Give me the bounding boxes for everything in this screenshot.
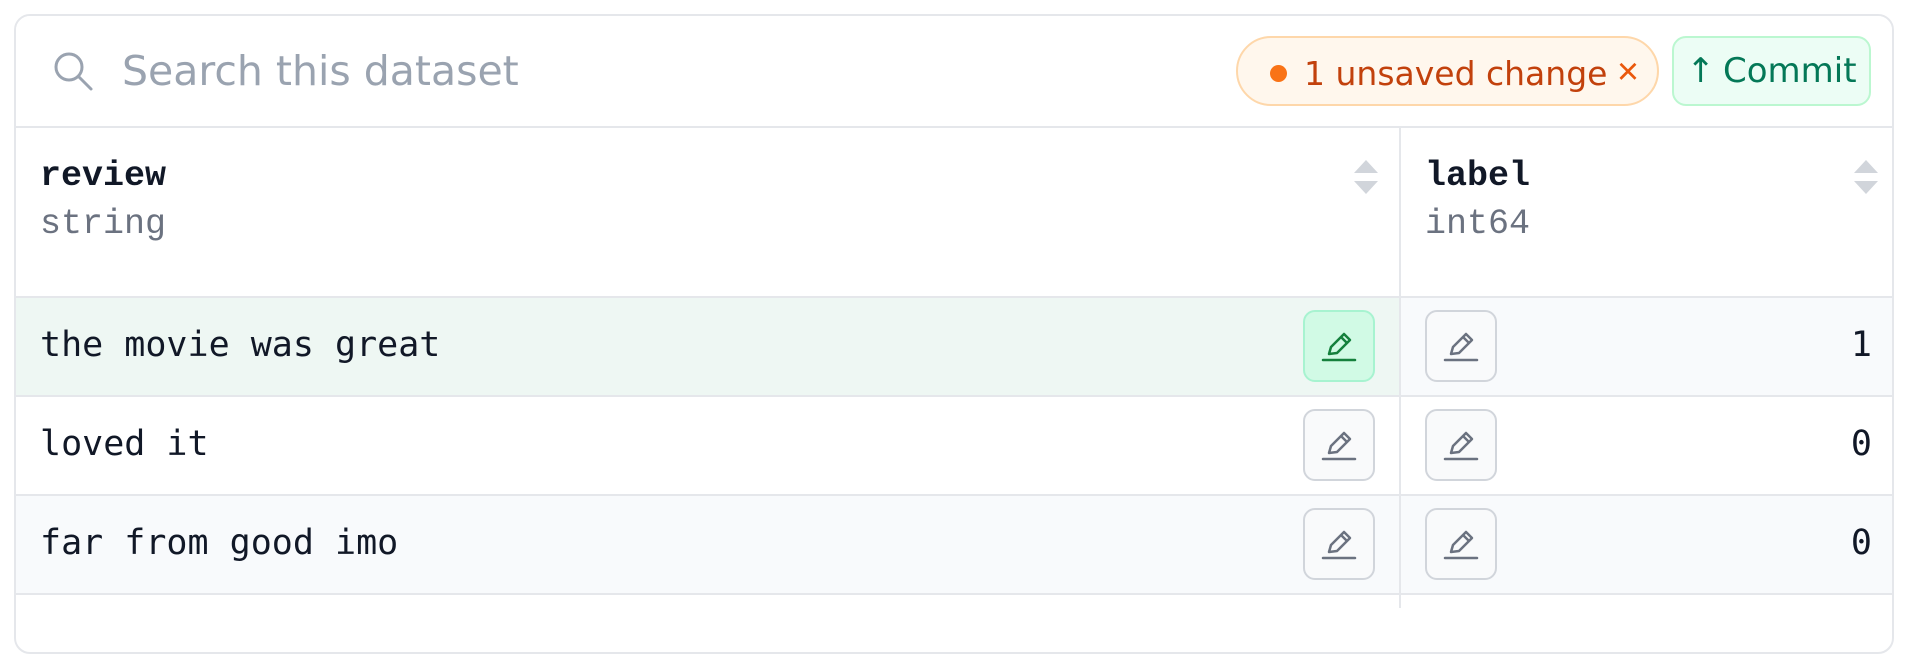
pencil-icon [1443, 332, 1479, 362]
column-type: int64 [1425, 204, 1531, 244]
table-row: the movie was great 1 [16, 298, 1892, 397]
edit-button[interactable] [1303, 310, 1375, 382]
cell-value: 0 [1850, 424, 1872, 464]
dataset-viewer: 1 unsaved change × ↑ Commit review strin… [14, 14, 1894, 654]
toolbar: 1 unsaved change × ↑ Commit [16, 16, 1892, 128]
table-row: far from good imo 0 [16, 496, 1892, 595]
cell-value: the movie was great [40, 325, 441, 365]
pencil-icon [1443, 530, 1479, 560]
cell-value: 1 [1850, 325, 1872, 365]
search-input[interactable] [122, 40, 1022, 102]
column-header-label[interactable]: label int64 [1401, 128, 1892, 296]
status-dot [1270, 65, 1287, 82]
pencil-icon [1321, 530, 1357, 560]
commit-button[interactable]: ↑ Commit [1672, 36, 1871, 106]
cell-label[interactable]: 0 [1401, 397, 1892, 494]
search-icon [54, 52, 93, 91]
edit-button[interactable] [1303, 508, 1375, 580]
edit-button[interactable] [1303, 409, 1375, 481]
unsaved-changes-label: 1 unsaved change [1304, 54, 1608, 93]
column-header-review[interactable]: review string [16, 128, 1399, 296]
sort-icon[interactable] [1352, 158, 1380, 196]
table-header: review string label int64 [16, 128, 1892, 298]
pencil-icon [1321, 431, 1357, 461]
pencil-icon [1443, 431, 1479, 461]
cell-label[interactable]: 1 [1401, 298, 1892, 395]
unsaved-changes-badge: 1 unsaved change × [1236, 36, 1659, 106]
cell-value: loved it [40, 424, 209, 464]
edit-button[interactable] [1425, 310, 1497, 382]
cell-review[interactable]: the movie was great [16, 298, 1399, 395]
cell-review[interactable]: loved it [16, 397, 1399, 494]
column-type: string [40, 204, 167, 244]
pencil-icon [1321, 332, 1357, 362]
edit-button[interactable] [1425, 409, 1497, 481]
edit-button[interactable] [1425, 508, 1497, 580]
cell-value: 0 [1850, 523, 1872, 563]
cell-value: far from good imo [40, 523, 399, 563]
commit-label: Commit [1722, 51, 1857, 91]
discard-changes-close-icon[interactable]: × [1608, 50, 1648, 94]
arrow-up-icon: ↑ [1686, 51, 1715, 91]
table-row: loved it 0 [16, 397, 1892, 496]
cell-label[interactable]: 0 [1401, 496, 1892, 593]
sort-icon[interactable] [1852, 158, 1880, 196]
column-name: label [1425, 156, 1531, 196]
column-name: review [40, 156, 167, 196]
cell-review[interactable]: far from good imo [16, 496, 1399, 593]
